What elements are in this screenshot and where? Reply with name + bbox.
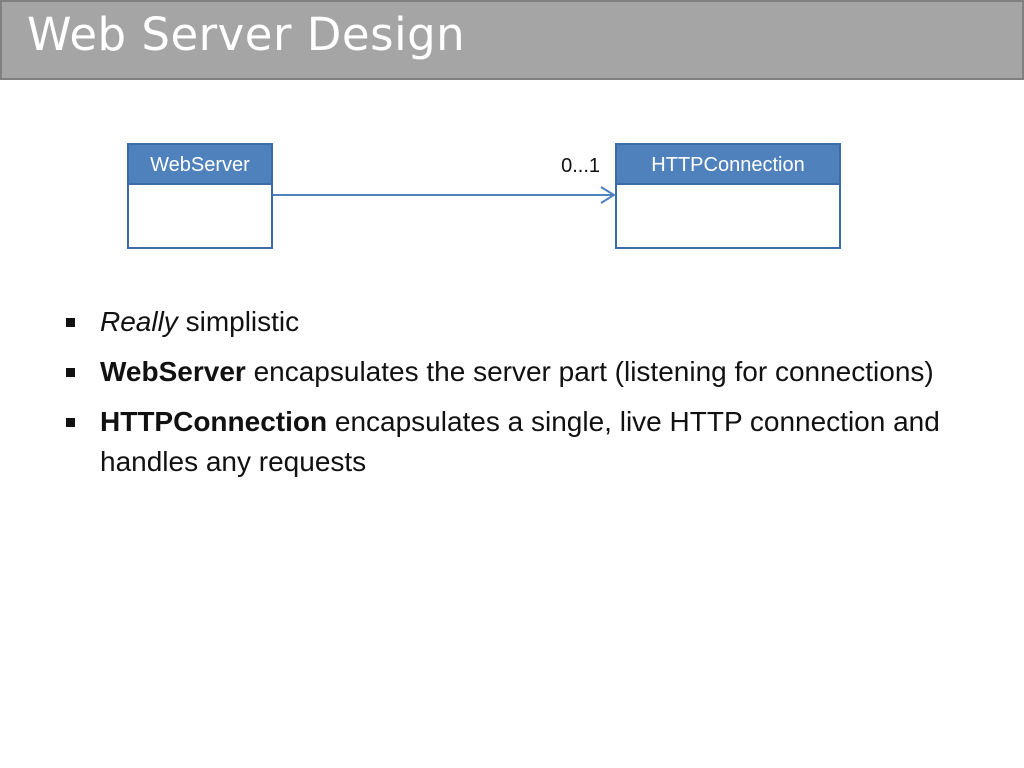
bullet-square-icon (66, 418, 75, 427)
bullet-list: Really simplistic WebServer encapsulates… (62, 302, 962, 492)
bullet-item: WebServer encapsulates the server part (… (62, 352, 962, 392)
class-httpconnection-name: HTTPConnection (651, 154, 804, 176)
bullet-lead: WebServer (100, 356, 246, 387)
class-webserver: WebServer (127, 143, 273, 249)
bullet-square-icon (66, 318, 75, 327)
class-diagram: WebServer HTTPConnection 0...1 (127, 143, 841, 249)
slide: Web Server Design WebServer HTTPConnecti… (0, 0, 1024, 768)
bullet-lead: Really (100, 306, 178, 337)
bullet-item: HTTPConnection encapsulates a single, li… (62, 402, 962, 482)
association-multiplicity: 0...1 (561, 155, 600, 177)
bullet-square-icon (66, 368, 75, 377)
class-httpconnection: HTTPConnection (615, 143, 841, 249)
class-webserver-name: WebServer (150, 154, 250, 176)
bullet-text: encapsulates the server part (listening … (245, 356, 934, 387)
bullet-text: simplistic (177, 306, 300, 337)
bullet-lead: HTTPConnection (100, 406, 328, 437)
association-webserver-httpconnection: 0...1 (273, 155, 616, 204)
bullet-item: Really simplistic (62, 302, 962, 342)
